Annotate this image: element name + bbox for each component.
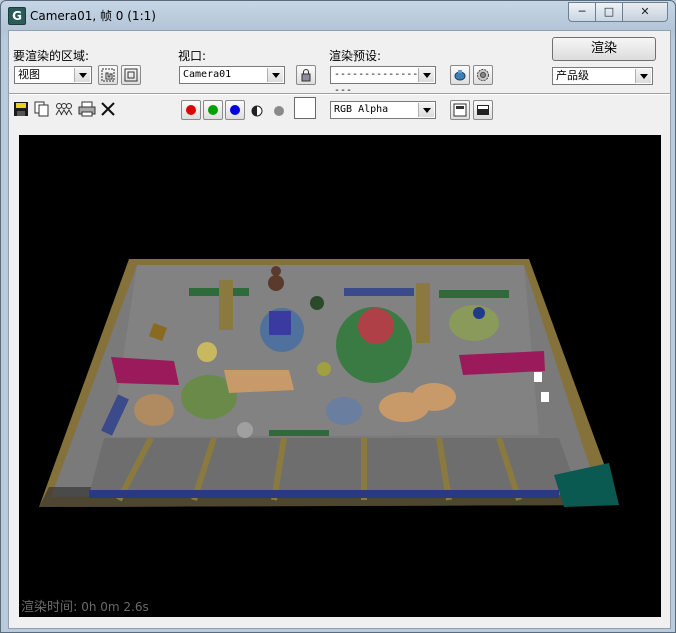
save-image-icon[interactable] xyxy=(13,101,29,120)
chevron-down-icon xyxy=(74,68,90,82)
gray-dot-icon xyxy=(274,106,284,116)
toggle-ui-button[interactable] xyxy=(473,100,493,120)
quality-dropdown[interactable]: 产品级 xyxy=(552,67,653,85)
chevron-down-icon xyxy=(418,68,434,82)
render-time-value: 0h 0m 2.6s xyxy=(77,600,149,614)
preset-dropdown[interactable]: ------------------- xyxy=(330,66,436,96)
green-channel-button[interactable] xyxy=(203,100,223,120)
render-button[interactable]: 渲染 xyxy=(552,37,656,61)
half-circle-icon xyxy=(251,105,263,117)
quality-dropdown-value: 产品级 xyxy=(556,69,589,82)
frame-window-icon xyxy=(453,103,467,117)
render-time: 渲染时间: 0h 0m 2.6s xyxy=(21,596,149,615)
copy-image-icon[interactable] xyxy=(34,101,50,120)
lock-viewport-button[interactable] xyxy=(296,65,316,85)
gear-icon xyxy=(477,69,489,81)
edit-region-button[interactable] xyxy=(98,65,118,85)
chevron-down-icon xyxy=(267,68,283,82)
minimize-button[interactable]: ─ xyxy=(568,2,596,22)
lock-icon xyxy=(301,69,311,82)
teapot-icon xyxy=(454,70,466,81)
divider xyxy=(9,93,670,95)
green-dot-icon xyxy=(208,105,218,115)
area-dropdown-value: 视图 xyxy=(18,68,40,81)
print-image-icon[interactable] xyxy=(78,101,96,120)
window-title: Camera01, 帧 0 (1:1) xyxy=(30,9,156,23)
render-viewport[interactable]: 渲染时间: 0h 0m 2.6s xyxy=(19,135,661,617)
alpha-channel-button[interactable] xyxy=(251,105,263,120)
maximize-button[interactable]: □ xyxy=(596,2,623,22)
color-swatch[interactable] xyxy=(294,97,316,119)
black-frame-icon xyxy=(477,105,489,115)
area-dropdown[interactable]: 视图 xyxy=(14,66,92,84)
auto-region-button[interactable] xyxy=(121,65,141,85)
chevron-down-icon xyxy=(418,103,434,117)
render-time-label: 渲染时间: xyxy=(21,600,78,615)
environment-button[interactable] xyxy=(473,65,493,85)
red-dot-icon xyxy=(186,105,196,115)
blue-channel-button[interactable] xyxy=(225,100,245,120)
region-frame-icon xyxy=(124,68,138,82)
hand-region-icon xyxy=(101,68,115,82)
clear-image-icon[interactable] xyxy=(100,101,116,120)
preset-dropdown-value: ------------------- xyxy=(334,69,431,96)
preset-label: 渲染预设: xyxy=(329,49,382,63)
blue-dot-icon xyxy=(230,105,240,115)
chevron-down-icon xyxy=(635,69,651,83)
channel-dropdown-value: RGB Alpha xyxy=(334,104,389,115)
render-setup-button[interactable] xyxy=(450,65,470,85)
display-mode-button[interactable] xyxy=(450,100,470,120)
app-logo-icon: G xyxy=(8,7,26,25)
title-bar[interactable]: G Camera01, 帧 0 (1:1) ─ □ ✕ xyxy=(1,1,675,29)
mono-channel-button[interactable] xyxy=(273,105,285,120)
channel-dropdown[interactable]: RGB Alpha xyxy=(330,101,436,119)
viewport-dropdown[interactable]: Camera01 xyxy=(179,66,285,84)
red-channel-button[interactable] xyxy=(181,100,201,120)
client-area: 要渲染的区域: 视口: 渲染预设: 渲染 视图 Camera01 -------… xyxy=(8,30,671,629)
close-button[interactable]: ✕ xyxy=(623,2,668,22)
rendered-scene-image xyxy=(39,259,619,507)
viewport-label: 视口: xyxy=(178,49,207,63)
viewport-dropdown-value: Camera01 xyxy=(183,69,232,80)
area-label: 要渲染的区域: xyxy=(13,49,90,63)
clone-window-icon[interactable] xyxy=(55,101,73,120)
render-window: G Camera01, 帧 0 (1:1) ─ □ ✕ 要渲染的区域: 视口: … xyxy=(0,0,676,633)
